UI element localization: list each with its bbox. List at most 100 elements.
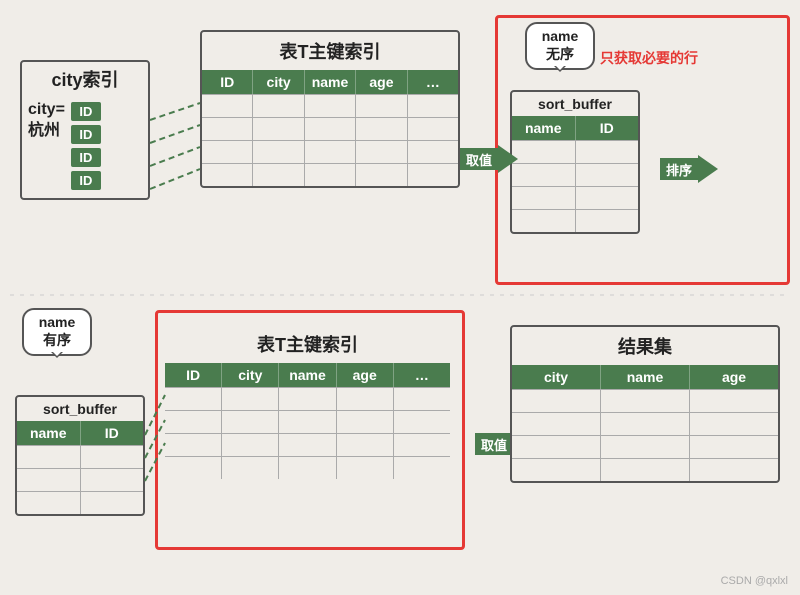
- td: [305, 95, 356, 117]
- table-row: [165, 410, 450, 433]
- main-table-top-header: ID city name age …: [202, 70, 458, 94]
- td: [601, 390, 690, 412]
- table-row: [202, 94, 458, 117]
- th-city: city: [512, 365, 601, 389]
- td: [356, 141, 407, 163]
- td: [279, 411, 336, 433]
- td: [81, 469, 144, 491]
- sort-buffer-top-header: name ID: [512, 116, 638, 140]
- main-table-bottom: 表T主键索引 ID city name age …: [165, 325, 450, 479]
- id-cell: ID: [71, 102, 101, 121]
- td: [165, 434, 222, 456]
- th-dots: …: [394, 363, 450, 387]
- table-row: [202, 117, 458, 140]
- main-table-top: 表T主键索引 ID city name age …: [200, 30, 460, 188]
- td: [356, 118, 407, 140]
- td: [253, 141, 304, 163]
- id-cell: ID: [71, 148, 101, 167]
- city-index-title: city索引: [22, 62, 148, 96]
- th-name: name: [512, 116, 576, 140]
- bubble-bottom-text: name有序: [39, 314, 76, 348]
- arrow-quzhi-top: 取值: [460, 145, 518, 173]
- td: [337, 434, 394, 456]
- table-row: [512, 140, 638, 163]
- main-table-bottom-header: ID city name age …: [165, 363, 450, 387]
- td: [165, 411, 222, 433]
- td: [512, 436, 601, 458]
- th-id: ID: [81, 421, 144, 445]
- annotation-top: 只获取必要的行: [600, 48, 698, 68]
- td: [202, 141, 253, 163]
- td: [253, 164, 304, 186]
- td: [601, 459, 690, 481]
- th-city: city: [253, 70, 304, 94]
- result-set: 结果集 city name age: [510, 325, 780, 483]
- td: [17, 446, 81, 468]
- td: [690, 436, 778, 458]
- td: [81, 446, 144, 468]
- td: [512, 164, 576, 186]
- th-name: name: [279, 363, 336, 387]
- td: [222, 411, 279, 433]
- td: [279, 434, 336, 456]
- td: [394, 411, 450, 433]
- td: [576, 210, 639, 232]
- td: [165, 388, 222, 410]
- table-row: [512, 458, 778, 481]
- sort-buffer-bottom-label: sort_buffer: [17, 397, 143, 421]
- th-age: age: [690, 365, 778, 389]
- table-row: [512, 186, 638, 209]
- td: [202, 164, 253, 186]
- table-row: [512, 209, 638, 232]
- td: [17, 469, 81, 491]
- td: [690, 390, 778, 412]
- td: [356, 95, 407, 117]
- td: [512, 210, 576, 232]
- td: [408, 95, 458, 117]
- td: [279, 388, 336, 410]
- id-cell: ID: [71, 171, 101, 190]
- arrow-quzhi-bottom-label: 取值: [475, 433, 513, 455]
- td: [337, 411, 394, 433]
- id-cell: ID: [71, 125, 101, 144]
- table-row: [165, 433, 450, 456]
- table-row: [165, 387, 450, 410]
- td: [512, 413, 601, 435]
- th-city: city: [222, 363, 279, 387]
- td: [202, 95, 253, 117]
- td: [337, 457, 394, 479]
- td: [512, 187, 576, 209]
- table-row: [512, 412, 778, 435]
- th-id: ID: [576, 116, 639, 140]
- table-row: [512, 389, 778, 412]
- td: [81, 492, 144, 514]
- td: [576, 187, 639, 209]
- arrow-paixu: 排序: [660, 155, 718, 183]
- td: [690, 413, 778, 435]
- td: [576, 164, 639, 186]
- table-row: [202, 140, 458, 163]
- table-row: [17, 468, 143, 491]
- sort-buffer-top: sort_buffer name ID: [510, 90, 640, 234]
- arrow-quzhi-top-label: 取值: [460, 148, 498, 170]
- td: [408, 118, 458, 140]
- th-name: name: [17, 421, 81, 445]
- td: [512, 390, 601, 412]
- td: [305, 164, 356, 186]
- table-row: [202, 163, 458, 186]
- city-label: city=杭州: [28, 100, 65, 142]
- th-id: ID: [165, 363, 222, 387]
- th-name: name: [305, 70, 356, 94]
- td: [253, 118, 304, 140]
- td: [222, 434, 279, 456]
- main-table-bottom-title: 表T主键索引: [165, 325, 450, 363]
- arrow-head: [498, 145, 518, 173]
- th-age: age: [337, 363, 394, 387]
- td: [222, 388, 279, 410]
- city-index-box: city索引 city=杭州 ID ID ID ID: [20, 60, 150, 200]
- th-id: ID: [202, 70, 253, 94]
- speech-bubble-bottom: name有序: [22, 308, 92, 356]
- td: [408, 141, 458, 163]
- id-list: ID ID ID ID: [71, 102, 101, 190]
- bubble-top-text: name无序: [542, 28, 579, 62]
